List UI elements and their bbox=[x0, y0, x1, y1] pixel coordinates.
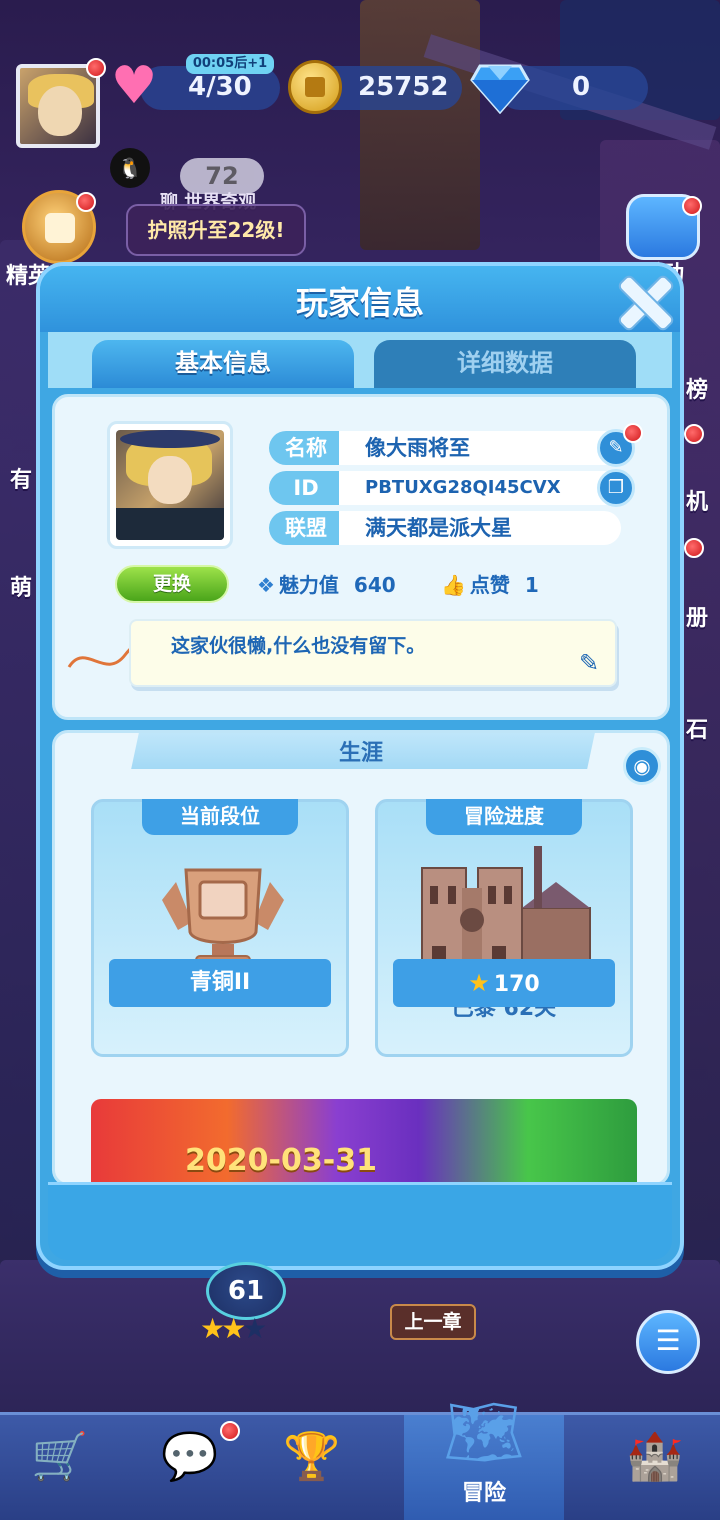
notification-dot bbox=[220, 1421, 240, 1441]
change-avatar-button[interactable]: 更换 bbox=[115, 565, 229, 603]
stars-total: ★ 170 bbox=[393, 959, 615, 1007]
signature-text: 这家伙很懒,什么也没有留下。 bbox=[171, 635, 426, 657]
name-value: 像大雨将至 bbox=[339, 431, 621, 465]
coins-count: 25752 bbox=[358, 72, 449, 102]
side-label: 册 bbox=[686, 606, 709, 631]
list-icon[interactable]: ☰ bbox=[636, 1310, 700, 1374]
alliance-label: 联盟 bbox=[269, 511, 343, 545]
charm-label: 魅力值 bbox=[278, 573, 339, 597]
eye-icon[interactable]: ◉ bbox=[623, 747, 661, 785]
copy-id-button[interactable]: ❐ bbox=[597, 469, 635, 507]
adventure-progress-panel: 冒险进度 巴黎 62关 bbox=[375, 799, 633, 1057]
copy-icon: ❐ bbox=[607, 477, 625, 498]
heart-icon: ♥ bbox=[110, 56, 158, 116]
notification-dot bbox=[684, 538, 704, 558]
career-title: 生涯 bbox=[338, 741, 383, 766]
bottom-nav: 🛒 💬 🏆 🗺 冒险 🏰 bbox=[0, 1396, 720, 1520]
likes-label: 点赞 bbox=[469, 573, 510, 597]
notification-dot bbox=[682, 196, 702, 216]
notification-dot bbox=[684, 424, 704, 444]
dialog-header: 玩家信息 bbox=[40, 266, 680, 332]
id-label: ID bbox=[269, 471, 343, 505]
coin-icon bbox=[288, 60, 342, 114]
player-avatar-button[interactable] bbox=[16, 64, 100, 148]
lives-timer: 00:05后+1 bbox=[186, 54, 274, 74]
alliance-row: 联盟 满天都是派大星 bbox=[269, 511, 621, 545]
nav-chat[interactable]: 💬 bbox=[140, 1415, 240, 1520]
close-icon[interactable] bbox=[614, 274, 668, 328]
charm-value: 640 bbox=[353, 573, 396, 597]
notification-dot bbox=[76, 192, 96, 212]
likes-value: 1 bbox=[524, 573, 539, 597]
profile-avatar bbox=[107, 421, 233, 549]
diamond-icon bbox=[470, 64, 530, 114]
side-label: 机 bbox=[686, 490, 709, 515]
nav-trophy[interactable]: 🏆 bbox=[262, 1415, 362, 1520]
nav-adventure[interactable]: 🗺 冒险 bbox=[404, 1396, 564, 1520]
rank-title: 当前段位 bbox=[142, 799, 298, 835]
notification-dot bbox=[86, 58, 106, 78]
side-label: 萌 bbox=[10, 576, 33, 601]
tab-basic-info[interactable]: 基本信息 bbox=[92, 340, 354, 388]
bg-building bbox=[360, 0, 480, 250]
record-banner: 2020-03-31 bbox=[91, 1099, 637, 1183]
avatar-face bbox=[38, 86, 82, 136]
dialog-title: 玩家信息 bbox=[295, 284, 424, 322]
dialog-footer bbox=[48, 1182, 672, 1260]
signature-box[interactable]: 这家伙很懒,什么也没有留下。 ✎ bbox=[129, 619, 617, 687]
thumbs-up-icon: 👍 bbox=[441, 573, 466, 597]
tab-detailed-data[interactable]: 详细数据 bbox=[374, 340, 636, 388]
rank-value: 青铜II bbox=[109, 959, 331, 1007]
career-card: 生涯 ◉ 当前段位 青铜II 冒险进度 巴黎 62关 ★ 170 2020-03… bbox=[52, 730, 670, 1186]
name-label: 名称 bbox=[269, 431, 343, 465]
passport-tip[interactable]: 护照升至22级! bbox=[126, 204, 306, 256]
qq-icon[interactable]: 🐧 bbox=[110, 148, 150, 188]
gems-count: 0 bbox=[572, 72, 591, 102]
likes-stat[interactable]: 👍 点赞 1 bbox=[441, 569, 539, 598]
tab-bar: 基本信息 详细数据 bbox=[48, 332, 672, 388]
id-value: PBTUXG28QI45CVX bbox=[339, 471, 621, 505]
castle-icon: 🏰 bbox=[626, 1429, 684, 1483]
map-icon: 🗺 bbox=[443, 1396, 525, 1470]
rank-panel: 当前段位 bbox=[91, 799, 349, 1057]
basic-info-card: 名称 像大雨将至 ✎ ID PBTUXG28QI45CVX ❐ 联盟 满天都是派… bbox=[52, 394, 670, 720]
trophy-icon: 🏆 bbox=[283, 1429, 341, 1483]
bg-ground bbox=[0, 1260, 720, 1420]
name-row: 名称 像大雨将至 ✎ bbox=[269, 423, 643, 467]
progress-title: 冒险进度 bbox=[426, 799, 582, 835]
nav-shop[interactable]: 🛒 bbox=[10, 1415, 110, 1520]
stars-value: 170 bbox=[493, 972, 540, 997]
nav-adventure-label: 冒险 bbox=[461, 1481, 506, 1506]
notre-dame-icon bbox=[421, 846, 591, 978]
shopping-cart-icon: 🛒 bbox=[31, 1429, 89, 1483]
charm-stat: ❖ 魅力值 640 bbox=[257, 569, 396, 598]
side-label: 石 bbox=[686, 718, 709, 743]
wings-icon: ❖ bbox=[257, 573, 275, 597]
star-icon: ★ bbox=[468, 969, 490, 997]
lives-count: 4/30 bbox=[188, 72, 252, 102]
side-label: 有 bbox=[10, 468, 33, 493]
banner-date: 2020-03-31 bbox=[185, 1143, 377, 1178]
pencil-icon[interactable]: ✎ bbox=[579, 649, 609, 679]
level-stars: ★★★ bbox=[200, 1312, 267, 1345]
side-label: 榜 bbox=[686, 378, 709, 403]
player-info-dialog: 玩家信息 基本信息 详细数据 名称 像大雨将至 ✎ ID PBTUXG28QI4 bbox=[36, 262, 684, 1270]
notification-dot bbox=[623, 423, 643, 443]
id-row: ID PBTUXG28QI45CVX ❐ bbox=[269, 469, 635, 507]
nav-castle[interactable]: 🏰 bbox=[600, 1415, 710, 1520]
prev-chapter-button[interactable]: 上一章 bbox=[390, 1304, 476, 1340]
alliance-value: 满天都是派大星 bbox=[339, 511, 621, 545]
